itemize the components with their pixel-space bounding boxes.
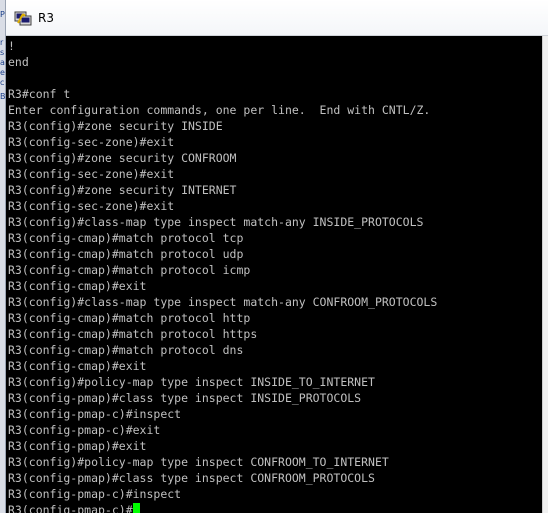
terminal-line: R3(config-pmap-c)#inspect bbox=[8, 487, 182, 501]
terminal-line: R3(config-cmap)#exit bbox=[8, 359, 147, 373]
terminal-line: R3(config)#class-map type inspect match-… bbox=[8, 295, 438, 309]
terminal-line: R3(config-pmap-c)#inspect bbox=[8, 407, 182, 421]
terminal-screen[interactable]: ! end R3#conf t Enter configuration comm… bbox=[6, 36, 542, 513]
window-right-border bbox=[542, 36, 548, 513]
terminal-line: R3(config-sec-zone)#exit bbox=[8, 167, 175, 181]
terminal-prompt: R3(config-pmap-c)# bbox=[8, 503, 133, 513]
terminal-line: R3(config-cmap)#exit bbox=[8, 279, 147, 293]
terminal-line: R3(config)#zone security INSIDE bbox=[8, 119, 223, 133]
terminal-line: end bbox=[8, 55, 29, 69]
terminal-line: R3(config)#zone security CONFROOM bbox=[8, 151, 237, 165]
terminal-output: ! end R3#conf t Enter configuration comm… bbox=[8, 38, 437, 513]
terminal-line: R3(config-cmap)#match protocol icmp bbox=[8, 263, 251, 277]
terminal-line: R3(config-pmap)#exit bbox=[8, 439, 147, 453]
terminal-line: ! bbox=[8, 39, 15, 53]
putty-window: P r s a e c B R3 ! end R3#conf t Enter c… bbox=[0, 0, 548, 513]
terminal-line: R3(config-cmap)#match protocol udp bbox=[8, 247, 244, 261]
terminal-line: R3(config-pmap)#class type inspect INSID… bbox=[8, 391, 362, 405]
terminal-line: R3#conf t bbox=[8, 87, 71, 101]
terminal-line: R3(config-pmap)#class type inspect CONFR… bbox=[8, 471, 375, 485]
terminal-prompt-line[interactable]: R3(config-pmap-c)# bbox=[8, 502, 437, 513]
terminal-line: R3(config)#policy-map type inspect CONFR… bbox=[8, 455, 389, 469]
terminal-line: R3(config-cmap)#match protocol https bbox=[8, 327, 258, 341]
terminal-line: Enter configuration commands, one per li… bbox=[8, 103, 431, 117]
terminal-line: R3(config-sec-zone)#exit bbox=[8, 135, 175, 149]
title-bar[interactable]: R3 bbox=[6, 0, 548, 36]
terminal-line: R3(config)#zone security INTERNET bbox=[8, 183, 237, 197]
terminal-line: R3(config)#class-map type inspect match-… bbox=[8, 215, 424, 229]
terminal-line: R3(config-cmap)#match protocol http bbox=[8, 311, 251, 325]
terminal-line: R3(config-pmap-c)#exit bbox=[8, 423, 161, 437]
terminal-line: R3(config-cmap)#match protocol dns bbox=[8, 343, 244, 357]
window-title: R3 bbox=[38, 11, 54, 25]
terminal-line: R3(config-sec-zone)#exit bbox=[8, 199, 175, 213]
terminal-line: R3(config)#policy-map type inspect INSID… bbox=[8, 375, 375, 389]
terminal-line: R3(config-cmap)#match protocol tcp bbox=[8, 231, 244, 245]
text-cursor bbox=[132, 503, 140, 513]
putty-terminal-icon[interactable] bbox=[14, 10, 32, 26]
